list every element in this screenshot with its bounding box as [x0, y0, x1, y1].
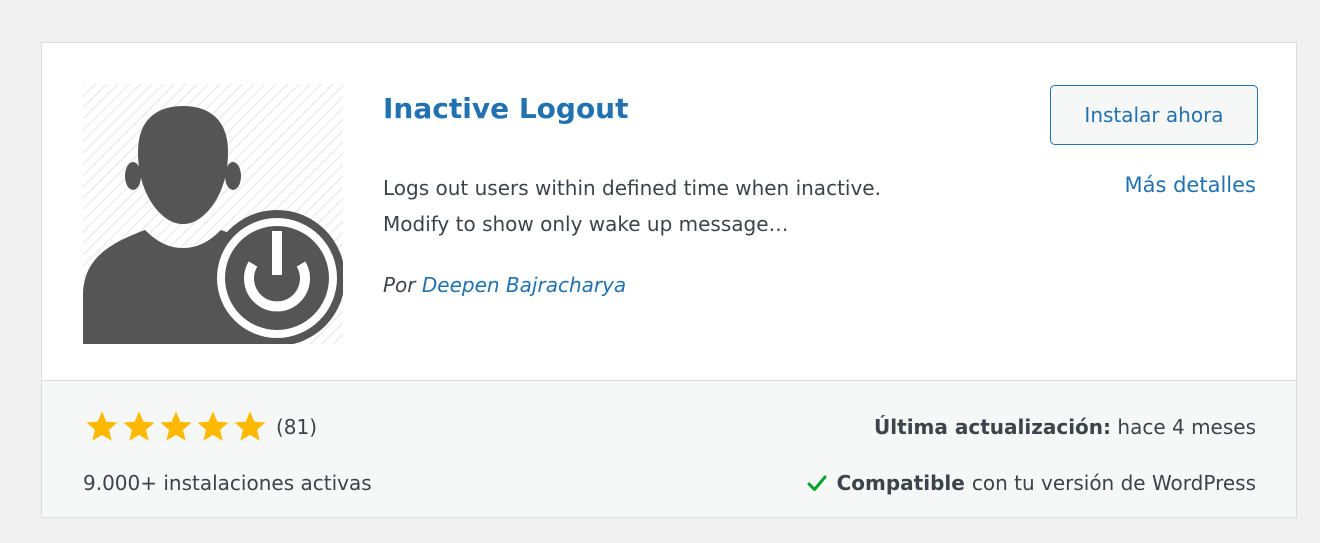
- plugin-title-link[interactable]: Inactive Logout: [383, 89, 629, 129]
- more-details-link[interactable]: Más detalles: [1125, 167, 1257, 203]
- author-prefix: Por: [383, 273, 416, 297]
- stars-container: [83, 409, 268, 445]
- plugin-author: Por Deepen Bajracharya: [383, 267, 626, 303]
- star-icon: [123, 411, 155, 441]
- plugin-card-top: Inactive Logout Logs out users within de…: [42, 43, 1296, 380]
- last-updated-label: Última actualización:: [874, 415, 1112, 439]
- compatible-text: con tu versión de WordPress: [971, 471, 1256, 495]
- install-now-button[interactable]: Instalar ahora: [1050, 85, 1258, 145]
- compatible-label: Compatible: [836, 471, 965, 495]
- plugin-description: Logs out users within defined time when …: [383, 170, 1023, 242]
- star-icon: [86, 411, 118, 441]
- checkmark-icon: [807, 475, 827, 491]
- active-installs: 9.000+ instalaciones activas: [83, 471, 372, 495]
- star-icon: [160, 411, 192, 441]
- plugin-description-line: Modify to show only wake up message…: [383, 212, 789, 236]
- author-link[interactable]: Deepen Bajracharya: [422, 273, 626, 297]
- user-power-icon[interactable]: [83, 84, 343, 344]
- star-rating: (81): [83, 409, 317, 445]
- last-updated-value: hace 4 meses: [1117, 415, 1256, 439]
- rating-count: (81): [276, 415, 318, 439]
- last-updated: Última actualización: hace 4 meses: [874, 409, 1256, 445]
- plugin-card-bottom: (81) 9.000+ instalaciones activas Última…: [42, 380, 1296, 517]
- plugin-card: Inactive Logout Logs out users within de…: [41, 42, 1297, 518]
- star-icon: [234, 411, 266, 441]
- plugin-description-line: Logs out users within defined time when …: [383, 176, 881, 200]
- compatibility: Compatible con tu versión de WordPress: [807, 465, 1256, 501]
- star-icon: [197, 411, 229, 441]
